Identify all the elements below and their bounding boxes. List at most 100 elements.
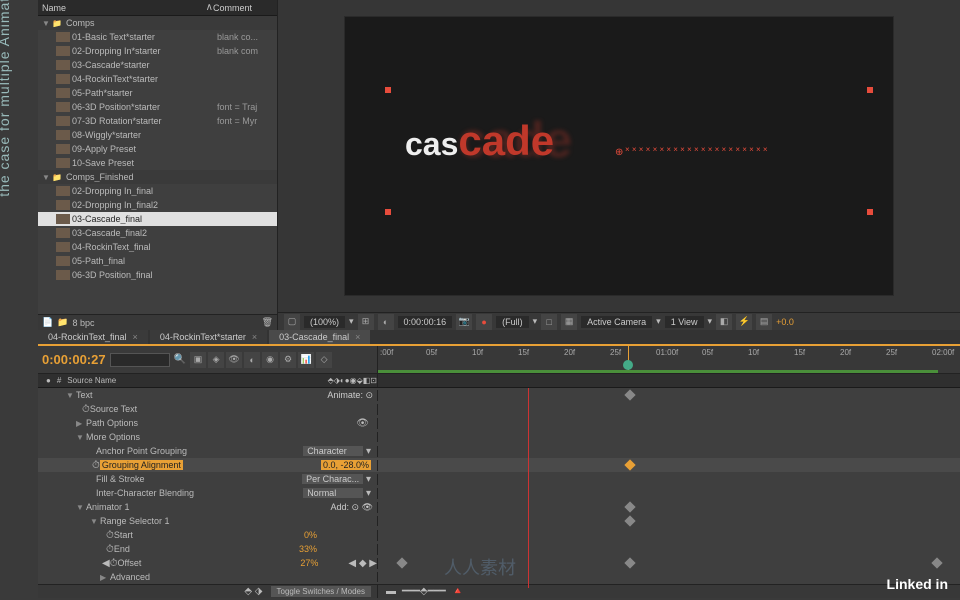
motion-blur-icon[interactable]: ◉ bbox=[262, 352, 278, 368]
comp-item-selected[interactable]: 03-Cascade_final bbox=[38, 212, 277, 226]
animate-button[interactable]: Animate: ⊙ bbox=[327, 390, 373, 401]
keyframe-icon[interactable] bbox=[624, 557, 635, 568]
property-animator1[interactable]: ▼Animator 1Add: ⊙ 👁 bbox=[38, 500, 960, 514]
comp-item[interactable]: 03-Cascade*starter bbox=[38, 58, 277, 72]
property-advanced[interactable]: ▶Advanced bbox=[38, 570, 960, 584]
timeline-icon[interactable]: ▤ bbox=[756, 314, 772, 330]
anchor-point-icon[interactable]: ⊕ bbox=[615, 147, 623, 158]
twirl-icon[interactable]: ▶ bbox=[76, 419, 86, 428]
property-path-options[interactable]: ▶Path Options👁 bbox=[38, 416, 960, 430]
comp-item[interactable]: 07-3D Rotation*starterfont = Myr bbox=[38, 114, 277, 128]
twirl-icon[interactable]: ▼ bbox=[76, 433, 86, 442]
current-timecode[interactable]: 0:00:00:27 bbox=[42, 352, 106, 367]
property-offset[interactable]: ◀⏱ Offset27%◀ ◆ ▶ bbox=[38, 556, 960, 570]
folder-comps[interactable]: ▼ 📁 Comps bbox=[38, 16, 277, 30]
property-end[interactable]: ⏱ End33% bbox=[38, 542, 960, 556]
comp-item[interactable]: 06-3D Position_final bbox=[38, 268, 277, 282]
keyframe-nav-prev[interactable]: ◀ bbox=[102, 558, 110, 569]
zoom-out-icon[interactable]: ▬ bbox=[386, 586, 396, 597]
property-anchor-grouping[interactable]: Anchor Point GroupingCharacter ▾ bbox=[38, 444, 960, 458]
channel-icon[interactable]: ● bbox=[476, 314, 492, 330]
preview-area[interactable]: cascade ⊕ × × × × × × × × × × × × × × × … bbox=[278, 0, 960, 312]
comp-item[interactable]: 09-Apply Preset bbox=[38, 142, 277, 156]
bbox-handle[interactable] bbox=[867, 87, 873, 93]
keyframe-nav[interactable]: ◀ ◆ ▶ bbox=[348, 558, 377, 569]
comp-item[interactable]: 05-Path*starter bbox=[38, 86, 277, 100]
keyframe-icon[interactable] bbox=[396, 557, 407, 568]
toggle-switches-button[interactable]: Toggle Switches / Modes bbox=[271, 586, 372, 597]
twirl-icon[interactable]: ▼ bbox=[76, 503, 86, 512]
comp-item[interactable]: 08-Wiggly*starter bbox=[38, 128, 277, 142]
text-layer-preview[interactable]: cascade bbox=[405, 117, 554, 165]
comp-item[interactable]: 01-Basic Text*starterblank co... bbox=[38, 30, 277, 44]
view-dropdown[interactable]: 1 View bbox=[665, 316, 704, 328]
brain-icon[interactable]: ⚙ bbox=[280, 352, 296, 368]
transparency-icon[interactable]: ▦ bbox=[561, 314, 577, 330]
property-fill-stroke[interactable]: Fill & StrokePer Charac... ▾ bbox=[38, 472, 960, 486]
composition-canvas[interactable]: cascade ⊕ × × × × × × × × × × × × × × × … bbox=[344, 16, 894, 296]
keyframe-icon[interactable] bbox=[624, 501, 635, 512]
property-grouping-alignment[interactable]: ⏱ Grouping Alignment0.0, -28.0% bbox=[38, 458, 960, 472]
resolution-dropdown[interactable]: (Full) bbox=[496, 316, 529, 328]
comp-item[interactable]: 04-RockinText*starter bbox=[38, 72, 277, 86]
tab-cascade-final[interactable]: 03-Cascade_final× bbox=[269, 330, 370, 344]
blending-dropdown[interactable]: Normal bbox=[303, 488, 363, 498]
snapshot-icon[interactable]: 📷 bbox=[456, 314, 472, 330]
property-source-text[interactable]: ⏱ Source Text bbox=[38, 402, 960, 416]
current-time[interactable]: 0:00:00:16 bbox=[398, 316, 453, 328]
keyframe-icon[interactable] bbox=[624, 389, 635, 400]
mask-icon[interactable]: ◐ bbox=[378, 314, 394, 330]
grouping-value[interactable]: 0.0, -28.0% bbox=[321, 460, 371, 470]
bpc-button[interactable]: 8 bpc bbox=[72, 318, 94, 328]
twirl-icon[interactable]: ▼ bbox=[42, 173, 52, 182]
close-icon[interactable]: × bbox=[252, 332, 257, 342]
switches-icons[interactable]: ⬘⬗◐●◉⬙◧⊡ bbox=[328, 376, 377, 385]
zoom-slider[interactable]: ━━━⬘━━━ bbox=[402, 586, 446, 597]
exposure-value[interactable]: +0.0 bbox=[776, 317, 794, 327]
camera-dropdown[interactable]: Active Camera bbox=[581, 316, 652, 328]
project-tree[interactable]: ▼ 📁 Comps 01-Basic Text*starterblank co.… bbox=[38, 16, 277, 314]
zoom-in-icon[interactable]: 🔺 bbox=[452, 586, 464, 597]
comp-item[interactable]: 10-Save Preset bbox=[38, 156, 277, 170]
num-column[interactable]: # bbox=[57, 376, 61, 385]
close-icon[interactable]: × bbox=[133, 332, 138, 342]
offset-value[interactable]: 27% bbox=[300, 558, 318, 568]
search-input[interactable] bbox=[110, 353, 170, 367]
start-value[interactable]: 0% bbox=[304, 530, 317, 540]
stopwatch-icon[interactable]: ⏱ bbox=[110, 558, 118, 569]
keyframe-icon[interactable] bbox=[624, 515, 635, 526]
chevron-down-icon[interactable]: ▾ bbox=[656, 316, 661, 327]
shy-icon[interactable]: 👁 bbox=[226, 352, 242, 368]
roi-icon[interactable]: □ bbox=[541, 314, 557, 330]
twirl-icon[interactable]: ▼ bbox=[90, 517, 100, 526]
always-preview-icon[interactable]: ▢ bbox=[284, 314, 300, 330]
playhead-indicator[interactable] bbox=[623, 360, 633, 370]
keyframe-icon[interactable] bbox=[931, 557, 942, 568]
stopwatch-icon[interactable]: ⏱ bbox=[92, 460, 100, 471]
stopwatch-icon[interactable]: ⏱ bbox=[106, 544, 114, 555]
property-range-selector[interactable]: ▼Range Selector 1 bbox=[38, 514, 960, 528]
eye-icon[interactable]: 👁 bbox=[362, 502, 373, 512]
comp-item[interactable]: 02-Dropping In_final bbox=[38, 184, 277, 198]
stopwatch-icon[interactable]: ⏱ bbox=[82, 404, 90, 415]
eye-column[interactable]: ● bbox=[46, 376, 51, 385]
property-more-options[interactable]: ▼More Options bbox=[38, 430, 960, 444]
twirl-icon[interactable]: ▼ bbox=[66, 391, 76, 400]
bbox-handle[interactable] bbox=[385, 209, 391, 215]
anchor-dropdown[interactable]: Character bbox=[303, 446, 363, 456]
comp-item[interactable]: 02-Dropping In_final2 bbox=[38, 198, 277, 212]
chevron-down-icon[interactable]: ▾ bbox=[533, 316, 538, 327]
close-icon[interactable]: × bbox=[355, 332, 360, 342]
property-text[interactable]: ▼TextAnimate: ⊙ bbox=[38, 388, 960, 402]
folder-comps-finished[interactable]: ▼ 📁 Comps_Finished bbox=[38, 170, 277, 184]
end-value[interactable]: 33% bbox=[299, 544, 317, 554]
bbox-handle[interactable] bbox=[385, 87, 391, 93]
draft-3d-icon[interactable]: ◈ bbox=[208, 352, 224, 368]
property-blending[interactable]: Inter-Character BlendingNormal ▾ bbox=[38, 486, 960, 500]
keyframe-icon[interactable] bbox=[624, 459, 635, 470]
frame-blend-icon[interactable]: ◐ bbox=[244, 352, 260, 368]
layer-switches-icon[interactable]: ⬘ ⬗ bbox=[244, 586, 262, 597]
twirl-icon[interactable]: ▼ bbox=[42, 19, 52, 28]
comp-mini-icon[interactable]: ▣ bbox=[190, 352, 206, 368]
chevron-down-icon[interactable]: ▾ bbox=[349, 316, 354, 327]
